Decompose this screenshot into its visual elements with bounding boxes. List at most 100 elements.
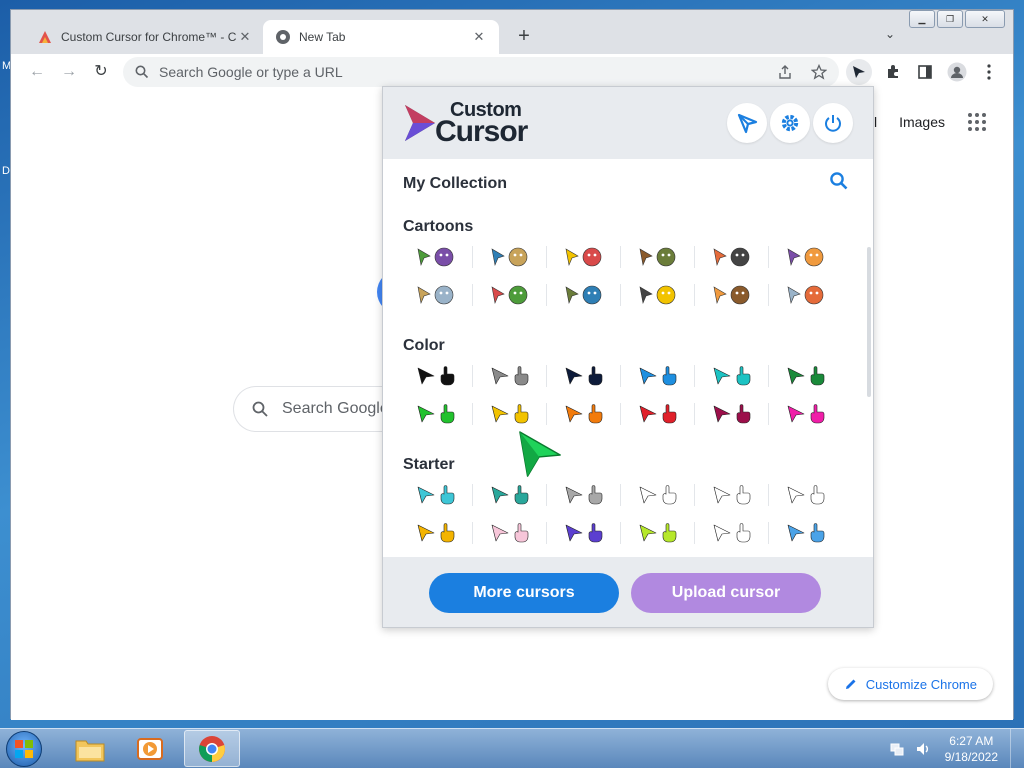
cyan-arrow-hand-icon <box>440 485 455 505</box>
section-title-color: Color <box>403 337 445 354</box>
outline-hand-hand-icon <box>810 485 825 505</box>
color-arrow-cursor-icon <box>713 405 731 423</box>
color-cursor-option[interactable] <box>399 359 473 393</box>
outline-arrow-hand-icon <box>736 485 751 505</box>
teal-arrow-hand-icon <box>514 485 529 505</box>
dragon-black-cursor-icon <box>565 285 602 305</box>
browser-toolbar: ← → ↻ Search Google or type a URL <box>11 54 1013 90</box>
cartoon-cursor-option-cat-cheese[interactable] <box>621 240 695 274</box>
images-link[interactable]: Images <box>899 114 945 130</box>
upload-cursor-button[interactable]: Upload cursor <box>631 573 821 613</box>
cartoon-cursor-option-shrek-donkey[interactable] <box>399 278 473 312</box>
logo-word-cursor: Cursor <box>435 115 528 148</box>
cartoon-cursor-option-boy-hero[interactable] <box>621 278 695 312</box>
tab-new-tab[interactable]: New Tab ✕ <box>263 20 499 54</box>
color-cursor-option[interactable] <box>769 397 843 431</box>
custom-cursor-extension-icon[interactable] <box>846 59 872 85</box>
taskbar-media-player[interactable] <box>122 730 178 767</box>
starter-cursor-option-pastel-arrow[interactable] <box>473 516 547 550</box>
tab-custom-cursor[interactable]: Custom Cursor for Chrome™ - Cl ✕ <box>25 20 265 54</box>
close-tab-icon[interactable]: ✕ <box>237 29 253 45</box>
color-cursor-option[interactable] <box>547 359 621 393</box>
starter-cursor-option-yinyang[interactable] <box>695 516 769 550</box>
side-panel-icon[interactable] <box>915 62 935 82</box>
restore-button[interactable]: ❐ <box>937 10 963 28</box>
color-cursor-option[interactable] <box>621 397 695 431</box>
color-cursor-option[interactable] <box>695 397 769 431</box>
starter-cursor-option-yellow-smile[interactable] <box>399 516 473 550</box>
color-cursor-option[interactable] <box>695 359 769 393</box>
windows-logo-icon <box>15 740 33 758</box>
network-icon[interactable] <box>889 741 905 757</box>
color-cursor-option[interactable] <box>621 359 695 393</box>
blue-tool-arrow-icon <box>787 524 805 542</box>
start-button[interactable] <box>6 731 42 767</box>
popup-scrollbar[interactable] <box>867 247 871 397</box>
cartoon-cursor-option-dragon-black[interactable] <box>547 278 621 312</box>
yinyang-hand-icon <box>736 523 751 543</box>
show-desktop-button[interactable] <box>1010 729 1024 768</box>
reload-icon[interactable]: ↻ <box>91 62 111 82</box>
starter-cursor-option-lime-arrow[interactable] <box>621 516 695 550</box>
color-cursor-option[interactable] <box>473 397 547 431</box>
color-hand-cursor-icon <box>514 404 529 424</box>
share-icon[interactable] <box>777 64 793 80</box>
forward-arrow-icon[interactable]: → <box>59 62 79 82</box>
color-arrow-cursor-icon <box>417 367 435 385</box>
ninja-goblin-cursor-icon <box>491 247 528 267</box>
starter-cursor-option-teal-arrow[interactable] <box>473 478 547 512</box>
popup-body: My Collection Cartoons Color Starter <box>383 159 873 559</box>
settings-button[interactable] <box>770 103 810 143</box>
tab-strip: Custom Cursor for Chrome™ - Cl ✕ New Tab… <box>11 10 1013 54</box>
apps-grid-icon[interactable] <box>967 112 987 132</box>
color-cursor-option[interactable] <box>547 397 621 431</box>
collection-search-icon[interactable] <box>829 171 849 191</box>
taskbar-chrome[interactable] <box>184 730 240 767</box>
starter-cursor-option-cyan-arrow[interactable] <box>399 478 473 512</box>
more-cursors-button[interactable]: More cursors <box>429 573 619 613</box>
color-cursor-option[interactable] <box>769 359 843 393</box>
close-tab-icon[interactable]: ✕ <box>471 29 487 45</box>
cartoon-cursor-option-sword-turtle[interactable] <box>399 240 473 274</box>
starter-cursor-option-crosshair[interactable] <box>621 478 695 512</box>
color-hand-cursor-icon <box>662 366 677 386</box>
color-cursor-option[interactable] <box>473 359 547 393</box>
system-clock[interactable]: 6:27 AM 9/18/2022 <box>945 733 998 765</box>
tab-search-chevron-icon[interactable]: ⌄ <box>885 27 895 41</box>
bookmark-star-icon[interactable] <box>810 63 828 80</box>
cartoon-cursor-option-minions[interactable] <box>547 240 621 274</box>
power-button[interactable] <box>813 103 853 143</box>
cursor-toggle-button[interactable] <box>727 103 767 143</box>
cartoon-cursor-option-dragon-cat[interactable] <box>769 240 843 274</box>
popup-header: Custom Cursor <box>383 87 873 159</box>
starter-cursor-option-outline-hand[interactable] <box>769 478 843 512</box>
cartoon-cursor-option-car-cat[interactable] <box>695 278 769 312</box>
tab-title: New Tab <box>299 30 346 44</box>
new-tab-button[interactable]: + <box>513 26 535 48</box>
starter-cursor-option-blue-tool[interactable] <box>769 516 843 550</box>
cartoon-cursor-option-dog-cat[interactable] <box>473 278 547 312</box>
volume-icon[interactable] <box>915 741 931 757</box>
cartoon-cursor-option-bear-panda[interactable] <box>695 240 769 274</box>
kebab-menu-icon[interactable] <box>979 62 999 82</box>
minimize-button[interactable]: ▁ <box>909 10 935 28</box>
back-arrow-icon[interactable]: ← <box>27 62 47 82</box>
address-bar[interactable]: Search Google or type a URL <box>123 57 839 87</box>
profile-avatar-icon[interactable] <box>947 62 967 82</box>
close-window-button[interactable]: ✕ <box>965 10 1005 28</box>
extensions-puzzle-icon[interactable] <box>883 62 903 82</box>
taskbar-file-explorer[interactable] <box>62 730 118 767</box>
purple-arrow-arrow-icon <box>565 524 583 542</box>
custom-cursor-favicon-icon <box>39 31 51 43</box>
starter-cursor-option-gray-arrow[interactable] <box>547 478 621 512</box>
cyan-arrow-arrow-icon <box>417 486 435 504</box>
ntp-top-links: ail Images <box>863 112 987 132</box>
cartoon-cursor-option-ninja-goblin[interactable] <box>473 240 547 274</box>
color-hand-cursor-icon <box>514 366 529 386</box>
pastel-arrow-hand-icon <box>514 523 529 543</box>
cartoon-cursor-option-shoe-grinch[interactable] <box>769 278 843 312</box>
color-cursor-option[interactable] <box>399 397 473 431</box>
customize-chrome-button[interactable]: Customize Chrome <box>827 668 993 700</box>
starter-cursor-option-purple-arrow[interactable] <box>547 516 621 550</box>
starter-cursor-option-outline-arrow[interactable] <box>695 478 769 512</box>
